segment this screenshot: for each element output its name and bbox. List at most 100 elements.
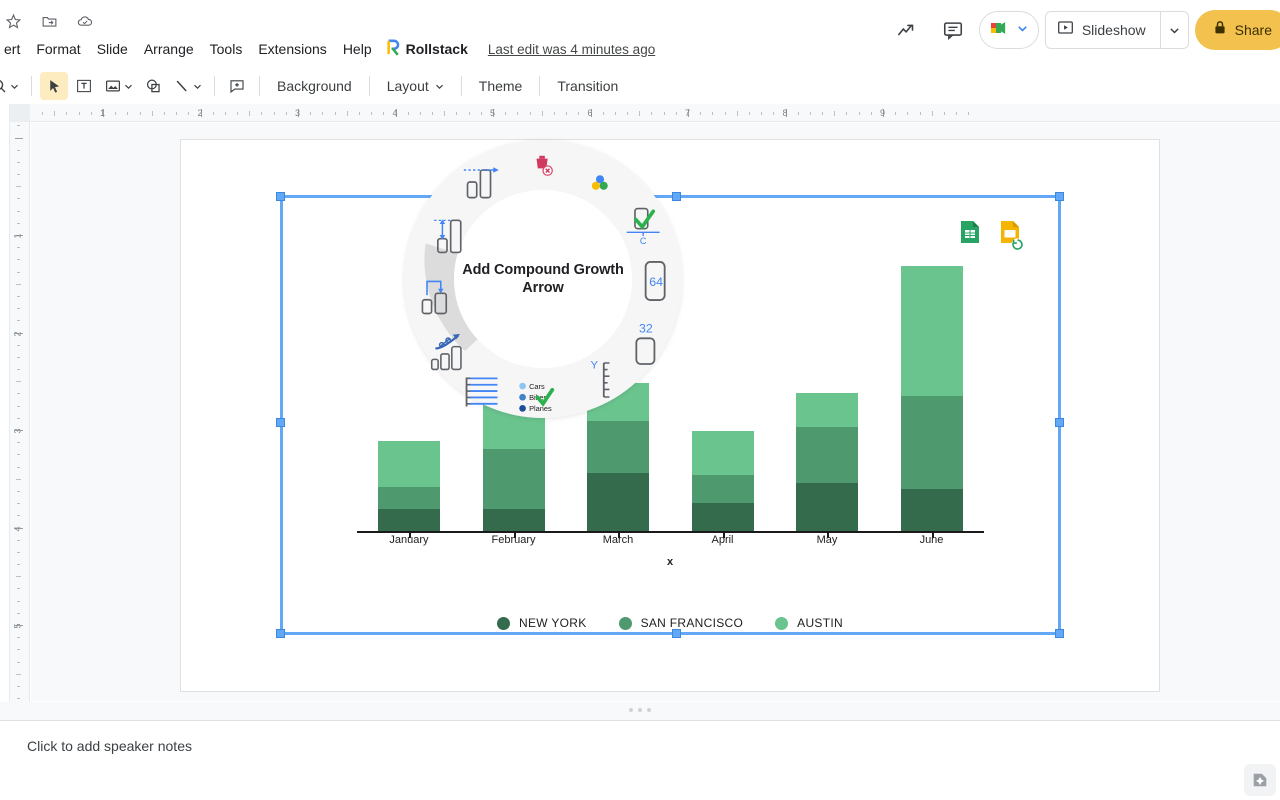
resize-handle-sw[interactable]	[276, 629, 285, 638]
ruler-tick	[17, 344, 20, 346]
trash-red-icon	[536, 155, 553, 176]
speaker-notes-pane[interactable]: Click to add speaker notes	[0, 720, 1280, 800]
menu-arrange[interactable]: Arrange	[136, 38, 202, 60]
zoom-tool[interactable]	[0, 72, 23, 100]
data-label-arrow-item[interactable]	[457, 154, 513, 210]
ruler-tick	[237, 112, 239, 115]
speaker-notes-placeholder[interactable]: Click to add speaker notes	[27, 738, 192, 754]
image-tool[interactable]	[100, 72, 137, 100]
bar-gap-item[interactable]	[419, 207, 475, 263]
ruler-number: 8	[782, 108, 788, 118]
google-meet-button[interactable]	[978, 11, 1039, 49]
transition-button[interactable]: Transition	[548, 72, 627, 100]
value-64-item[interactable]: 64	[630, 253, 686, 309]
slideshow-button[interactable]: Slideshow	[1044, 11, 1189, 49]
ruler-number: 3	[295, 108, 301, 118]
ruler-tick	[407, 112, 409, 115]
ruler-tick	[17, 149, 20, 151]
bar-check-c-icon: C	[626, 207, 660, 246]
ruler-tick	[712, 112, 714, 115]
toolbar-divider-3	[259, 76, 260, 96]
add-comment-tool[interactable]	[223, 72, 251, 100]
ruler-tick	[383, 112, 385, 115]
growth-bracket-item[interactable]	[410, 269, 466, 325]
menu-format[interactable]: Format	[28, 38, 88, 60]
theme-button[interactable]: Theme	[470, 72, 532, 100]
slideshow-main[interactable]: Slideshow	[1046, 12, 1160, 48]
resize-handle-w[interactable]	[276, 418, 285, 427]
delete-chart-item[interactable]	[515, 138, 571, 194]
svg-text:Planes: Planes	[529, 404, 552, 413]
cloud-saved-icon[interactable]	[72, 8, 98, 34]
textbox-tool[interactable]	[70, 72, 98, 100]
resize-handle-nw[interactable]	[276, 192, 285, 201]
refresh-badge-icon	[1011, 238, 1024, 251]
ruler-tick	[17, 405, 20, 407]
slides-app: ert Format Slide Arrange Tools Extension…	[0, 0, 1280, 800]
ruler-tick	[17, 369, 20, 371]
star-icon[interactable]	[0, 8, 26, 34]
ruler-number: 7	[685, 108, 691, 118]
ruler-tick	[870, 112, 872, 115]
legend-check-icon: Cars Bikes Planes	[519, 382, 555, 413]
vertical-ruler[interactable]: 1 2 3 4 5	[10, 122, 30, 712]
comment-icon[interactable]	[933, 10, 973, 50]
ruler-tick	[249, 111, 251, 116]
google-slides-refresh-icon[interactable]	[1000, 220, 1024, 251]
left-filmstrip-panel[interactable]	[0, 104, 10, 702]
slideshow-dropdown-caret[interactable]	[1159, 12, 1188, 48]
select-tool[interactable]	[40, 72, 68, 100]
resize-handle-se[interactable]	[1055, 629, 1064, 638]
move-to-folder-icon[interactable]	[36, 8, 62, 34]
resize-handle-ne[interactable]	[1055, 192, 1064, 201]
menu-tools[interactable]: Tools	[202, 38, 251, 60]
background-button[interactable]: Background	[268, 72, 361, 100]
menu-help[interactable]: Help	[335, 38, 380, 60]
ruler-tick	[651, 112, 653, 115]
ruler-tick	[907, 112, 909, 115]
ruler-number: 2	[12, 330, 23, 337]
ruler-tick	[17, 600, 20, 602]
menu-rollstack[interactable]: Rollstack	[380, 36, 474, 62]
explore-button[interactable]	[1244, 764, 1276, 796]
ruler-tick	[919, 112, 921, 115]
resize-handle-e[interactable]	[1055, 418, 1064, 427]
ruler-tick	[273, 112, 275, 115]
menu-bar: ert Format Slide Arrange Tools Extension…	[0, 36, 655, 62]
radial-menu[interactable]: Add Compound Growth Arrow C 64 32 Y Cars…	[404, 140, 682, 418]
ruler-tick	[553, 112, 555, 115]
menu-slide[interactable]: Slide	[89, 38, 136, 60]
resize-handle-s[interactable]	[672, 629, 681, 638]
menu-insert[interactable]: ert	[0, 38, 28, 60]
menu-extensions[interactable]: Extensions	[250, 38, 334, 60]
ruler-tick	[17, 454, 20, 456]
selection-edge-right	[1058, 195, 1061, 634]
horizontal-ruler[interactable]: 1 2 3 4 5 6 7 8 9	[30, 104, 1280, 122]
checkbox-item[interactable]: C	[617, 197, 673, 253]
last-edit-status[interactable]: Last edit was 4 minutes ago	[488, 42, 655, 57]
ruler-tick	[17, 503, 20, 505]
ruler-tick	[968, 112, 970, 115]
ruler-tick	[310, 112, 312, 115]
gridlines-item[interactable]	[454, 364, 510, 420]
ruler-number: 3	[12, 428, 23, 434]
radial-menu-center-label: Add Compound Growth Arrow	[462, 261, 624, 296]
ruler-tick	[322, 112, 324, 115]
ruler-tick	[931, 111, 933, 116]
ruler-tick	[151, 111, 153, 116]
ruler-tick	[895, 112, 897, 115]
share-button[interactable]: Share	[1194, 10, 1280, 50]
ruler-number: 6	[587, 108, 593, 118]
value-64-text: 64	[649, 275, 663, 289]
y-axis-icon: Y	[591, 360, 610, 398]
line-tool[interactable]	[169, 72, 206, 100]
legend-item[interactable]: Cars Bikes Planes	[515, 372, 571, 428]
ruler-tick	[663, 112, 665, 115]
layout-button[interactable]: Layout	[378, 72, 453, 100]
trending-up-icon[interactable]	[887, 10, 927, 50]
notes-resize-handle[interactable]	[629, 708, 651, 712]
shape-tool[interactable]	[139, 72, 167, 100]
ruler-tick	[17, 661, 20, 663]
y-axis-item[interactable]: Y	[572, 352, 628, 408]
google-sheets-link-icon[interactable]	[960, 220, 980, 249]
